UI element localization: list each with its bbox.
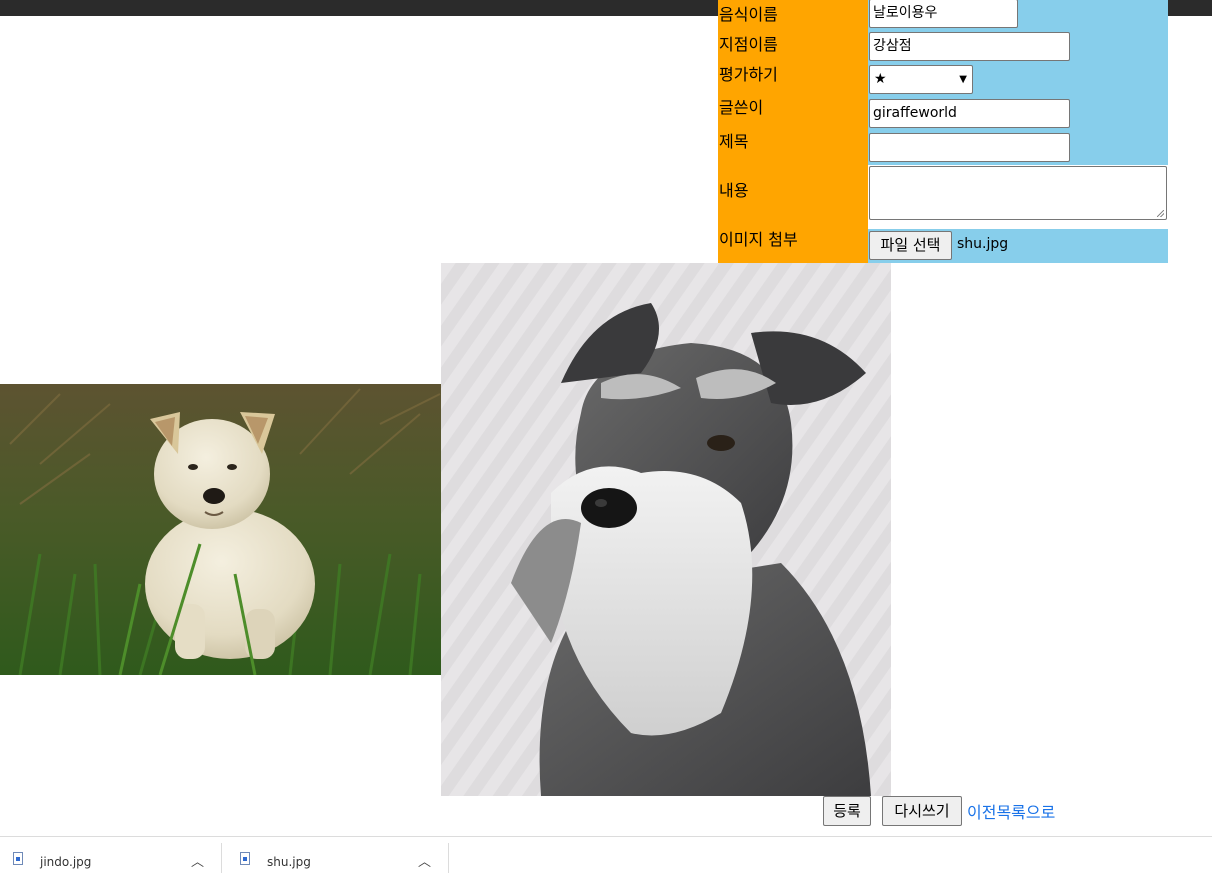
download-separator [448,843,449,873]
download-item-jindo[interactable]: jindo.jpg ︿ [0,837,221,875]
image-attach-label: 이미지 첨부 [719,230,798,249]
branch-name-label: 지점이름 [719,35,778,54]
jindo-puppy-image [0,384,441,675]
rating-label: 평가하기 [719,65,778,84]
food-name-input[interactable]: 날로이용우 [869,0,1018,28]
chevron-up-icon[interactable]: ︿ [418,851,431,870]
reset-button[interactable]: 다시쓰기 [882,796,962,826]
writer-label: 글쓴이 [719,98,764,117]
rating-selected-value: ★ [874,71,887,87]
content-label: 내용 [719,181,749,200]
attached-file-name: shu.jpg [957,236,1009,252]
download-item-shu[interactable]: shu.jpg ︿ [222,837,448,875]
file-choose-button[interactable]: 파일 선택 [869,231,952,260]
review-form: 음식이름 날로이용우 지점이름 강삼점 평가하기 ★ ▼ 글쓴이 giraffe… [718,0,1168,263]
download-file-name: jindo.jpg [40,855,92,869]
chevron-up-icon[interactable]: ︿ [191,851,204,870]
image-file-icon [240,852,250,865]
title-label: 제목 [719,132,749,151]
title-input[interactable] [869,133,1070,162]
download-file-name: shu.jpg [267,855,311,869]
resize-grip-icon[interactable] [1157,210,1164,217]
content-textarea[interactable] [869,166,1167,220]
writer-input[interactable]: giraffeworld [869,99,1070,128]
chevron-down-icon: ▼ [959,74,967,85]
back-to-list-link[interactable]: 이전목록으로 [967,799,1055,823]
image-file-icon [13,852,23,865]
food-name-label: 음식이름 [719,5,778,24]
download-bar: jindo.jpg ︿ shu.jpg ︿ [0,836,1212,875]
rating-select[interactable]: ★ ▼ [869,65,973,94]
branch-name-input[interactable]: 강삼점 [869,32,1070,61]
submit-button[interactable]: 등록 [823,796,871,826]
schnauzer-image [441,263,891,796]
